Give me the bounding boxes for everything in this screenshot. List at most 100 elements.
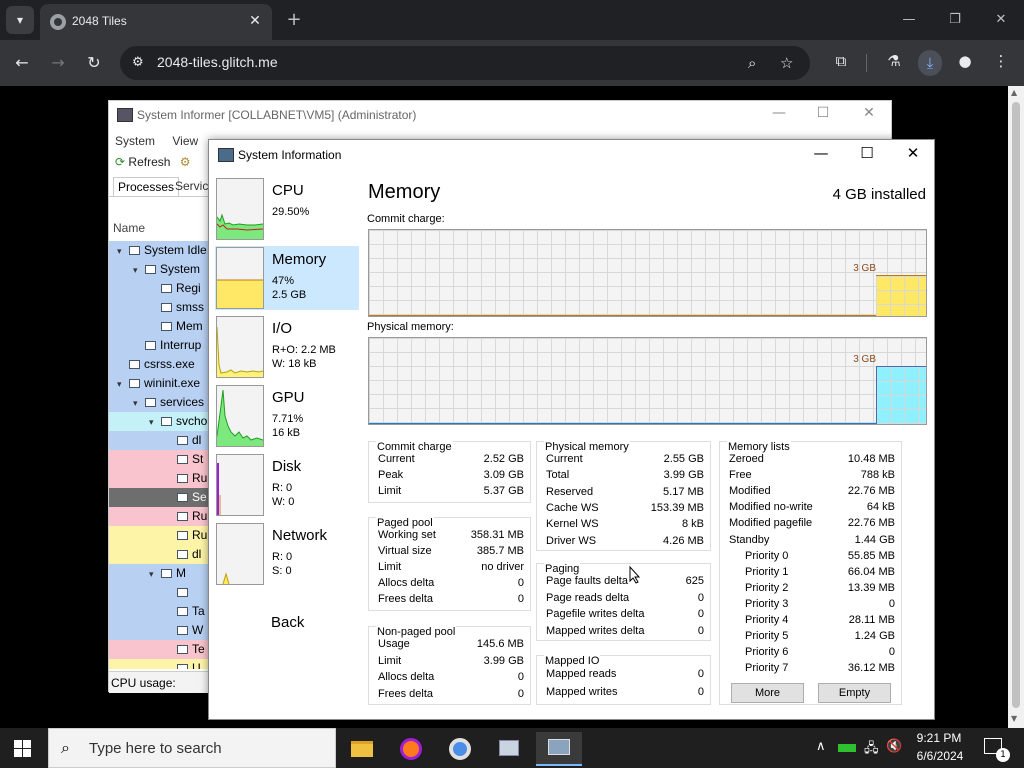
menu-view[interactable]: View (172, 134, 198, 148)
process-tree-row[interactable]: ▾ System Idle (109, 241, 209, 260)
process-name: System Idle (144, 243, 207, 257)
row-value: 625 (685, 575, 704, 587)
refresh-button[interactable]: ⟳ Refresh ⚙ (115, 155, 191, 169)
bg-close-icon[interactable]: ✕ (857, 105, 881, 121)
bg-minimize-icon[interactable]: — (767, 105, 791, 121)
process-icon (161, 284, 172, 293)
system-informer-taskbar-icon[interactable] (489, 732, 529, 766)
expand-chevron-icon[interactable]: ▾ (117, 242, 129, 261)
extensions-puzzle-icon[interactable]: ⧉ (830, 52, 852, 70)
network-thumbnail-graph (216, 523, 264, 585)
tab-processes[interactable]: Processes (113, 177, 180, 196)
labs-flask-icon[interactable]: ⚗ (883, 52, 905, 70)
process-tree-row[interactable]: ▾ M (109, 564, 209, 583)
nav-item-disk[interactable]: Disk R: 0 W: 0 (215, 453, 359, 517)
bookmark-star-icon[interactable]: ☆ (780, 54, 793, 72)
firefox-icon[interactable] (391, 732, 431, 766)
process-tree-row[interactable]: ▾ svcho (109, 412, 209, 431)
expand-chevron-icon[interactable]: ▾ (149, 565, 161, 584)
options-gear-icon[interactable]: ⚙ (180, 155, 191, 169)
close-window-icon[interactable]: ✕ (986, 8, 1016, 32)
nav-item-cpu[interactable]: CPU 29.50% (215, 177, 359, 241)
browser-tab[interactable]: 2048 Tiles ✕ (40, 4, 272, 40)
chrome-icon[interactable] (440, 732, 480, 766)
reload-icon[interactable]: ↻ (82, 51, 106, 75)
commit-charge-graph: 3 GB (368, 229, 927, 317)
expand-chevron-icon[interactable]: ▾ (133, 261, 145, 280)
process-tree-row[interactable]: Se (109, 488, 209, 507)
address-bar[interactable]: ⚙ 2048-tiles.glitch.me ⌕ ☆ (120, 46, 810, 80)
process-tree-row[interactable]: dl (109, 545, 209, 564)
clock-date[interactable]: 6/6/2024 (908, 749, 972, 763)
row-label: Pagefile writes delta (546, 608, 645, 620)
process-tree-row[interactable]: Interrup (109, 336, 209, 355)
more-button[interactable]: More (731, 683, 804, 703)
download-icon[interactable]: ⤓ (918, 50, 942, 76)
process-tree-row[interactable]: U (109, 659, 209, 669)
si-close-icon[interactable]: ✕ (899, 144, 927, 162)
file-explorer-icon[interactable] (342, 732, 382, 766)
scroll-down-icon[interactable]: ▼ (1011, 714, 1017, 723)
process-icon (129, 246, 140, 255)
process-tree-row[interactable]: W (109, 621, 209, 640)
scroll-up-icon[interactable]: ▲ (1011, 88, 1017, 97)
tray-volume-muted-icon[interactable]: 🔇 (886, 739, 902, 754)
nav-item-network[interactable]: Network R: 0 S: 0 (215, 522, 359, 586)
page-scrollbar[interactable]: ▲ ▼ (1008, 86, 1024, 728)
process-tree-row[interactable] (109, 583, 209, 602)
tab-services[interactable]: Servic (175, 179, 208, 193)
nav-item-memory[interactable]: Memory 47% 2.5 GB (215, 246, 359, 310)
process-tree-row[interactable]: Te (109, 640, 209, 659)
empty-button[interactable]: Empty (818, 683, 891, 703)
tray-network-icon[interactable]: 🖧 (864, 739, 879, 761)
forward-arrow-icon[interactable]: → (46, 51, 70, 75)
menu-system[interactable]: System (115, 134, 155, 148)
nav-item-gpu[interactable]: GPU 7.71% 16 kB (215, 384, 359, 448)
back-arrow-icon[interactable]: ← (10, 51, 34, 75)
process-tree-row[interactable]: Ta (109, 602, 209, 621)
column-header-name[interactable]: Name (113, 221, 145, 235)
process-tree-row[interactable]: Ru (109, 507, 209, 526)
tray-chevron-up-icon[interactable]: ∧ (816, 739, 826, 754)
process-tree-row[interactable]: St (109, 450, 209, 469)
si-maximize-icon[interactable]: ☐ (853, 144, 881, 162)
windows-start-icon[interactable] (14, 740, 32, 758)
restore-icon[interactable]: ❐ (940, 8, 970, 32)
process-icon (177, 493, 188, 502)
taskbar-search-box[interactable]: ⌕ Type here to search (48, 728, 336, 768)
row-value: 788 kB (860, 469, 895, 482)
process-tree-row[interactable]: Regi (109, 279, 209, 298)
tab-search-chevron-icon[interactable]: ▾ (6, 6, 34, 34)
more-menu-icon[interactable]: ⋮ (990, 52, 1012, 70)
process-tree-row[interactable]: smss (109, 298, 209, 317)
bg-maximize-icon[interactable]: ☐ (811, 105, 835, 121)
back-button[interactable]: Back (271, 614, 304, 631)
process-tree-row[interactable]: ▾ services (109, 393, 209, 412)
tab-close-icon[interactable]: ✕ (246, 12, 264, 30)
profile-avatar-icon[interactable]: ● (954, 52, 976, 70)
physical-memory-panel: Physical memory Current 2.55 GB Total 3.99 … (536, 441, 711, 551)
si-minimize-icon[interactable]: — (807, 144, 835, 162)
process-tree-row[interactable]: ▾ wininit.exe (109, 374, 209, 393)
process-tree-row[interactable]: Mem (109, 317, 209, 336)
clock-time[interactable]: 9:21 PM (914, 731, 964, 745)
process-tree-row[interactable]: Ru (109, 469, 209, 488)
process-tree-row[interactable]: dl (109, 431, 209, 450)
zoom-magnifier-icon[interactable]: ⌕ (748, 54, 756, 72)
row-value: 2.52 GB (483, 453, 524, 465)
system-information-taskbar-icon[interactable] (536, 732, 582, 766)
process-tree-row[interactable]: Ru (109, 526, 209, 545)
process-tree-row[interactable]: ▾ System (109, 260, 209, 279)
process-tree-row[interactable]: csrss.exe (109, 355, 209, 374)
new-tab-plus-icon[interactable]: + (282, 8, 306, 32)
expand-chevron-icon[interactable]: ▾ (133, 394, 145, 413)
scrollbar-thumb[interactable] (1012, 102, 1020, 708)
expand-chevron-icon[interactable]: ▾ (149, 413, 161, 432)
address-url[interactable]: 2048-tiles.glitch.me (157, 54, 278, 70)
expand-chevron-icon[interactable]: ▾ (117, 375, 129, 394)
nav-item-io[interactable]: I/O R+O: 2.2 MB W: 18 kB (215, 315, 359, 379)
site-info-tune-icon[interactable]: ⚙ (132, 55, 144, 70)
minimize-icon[interactable]: — (894, 8, 924, 32)
tray-network-activity-icon[interactable] (838, 744, 856, 752)
commit-charge-fill (876, 275, 926, 316)
